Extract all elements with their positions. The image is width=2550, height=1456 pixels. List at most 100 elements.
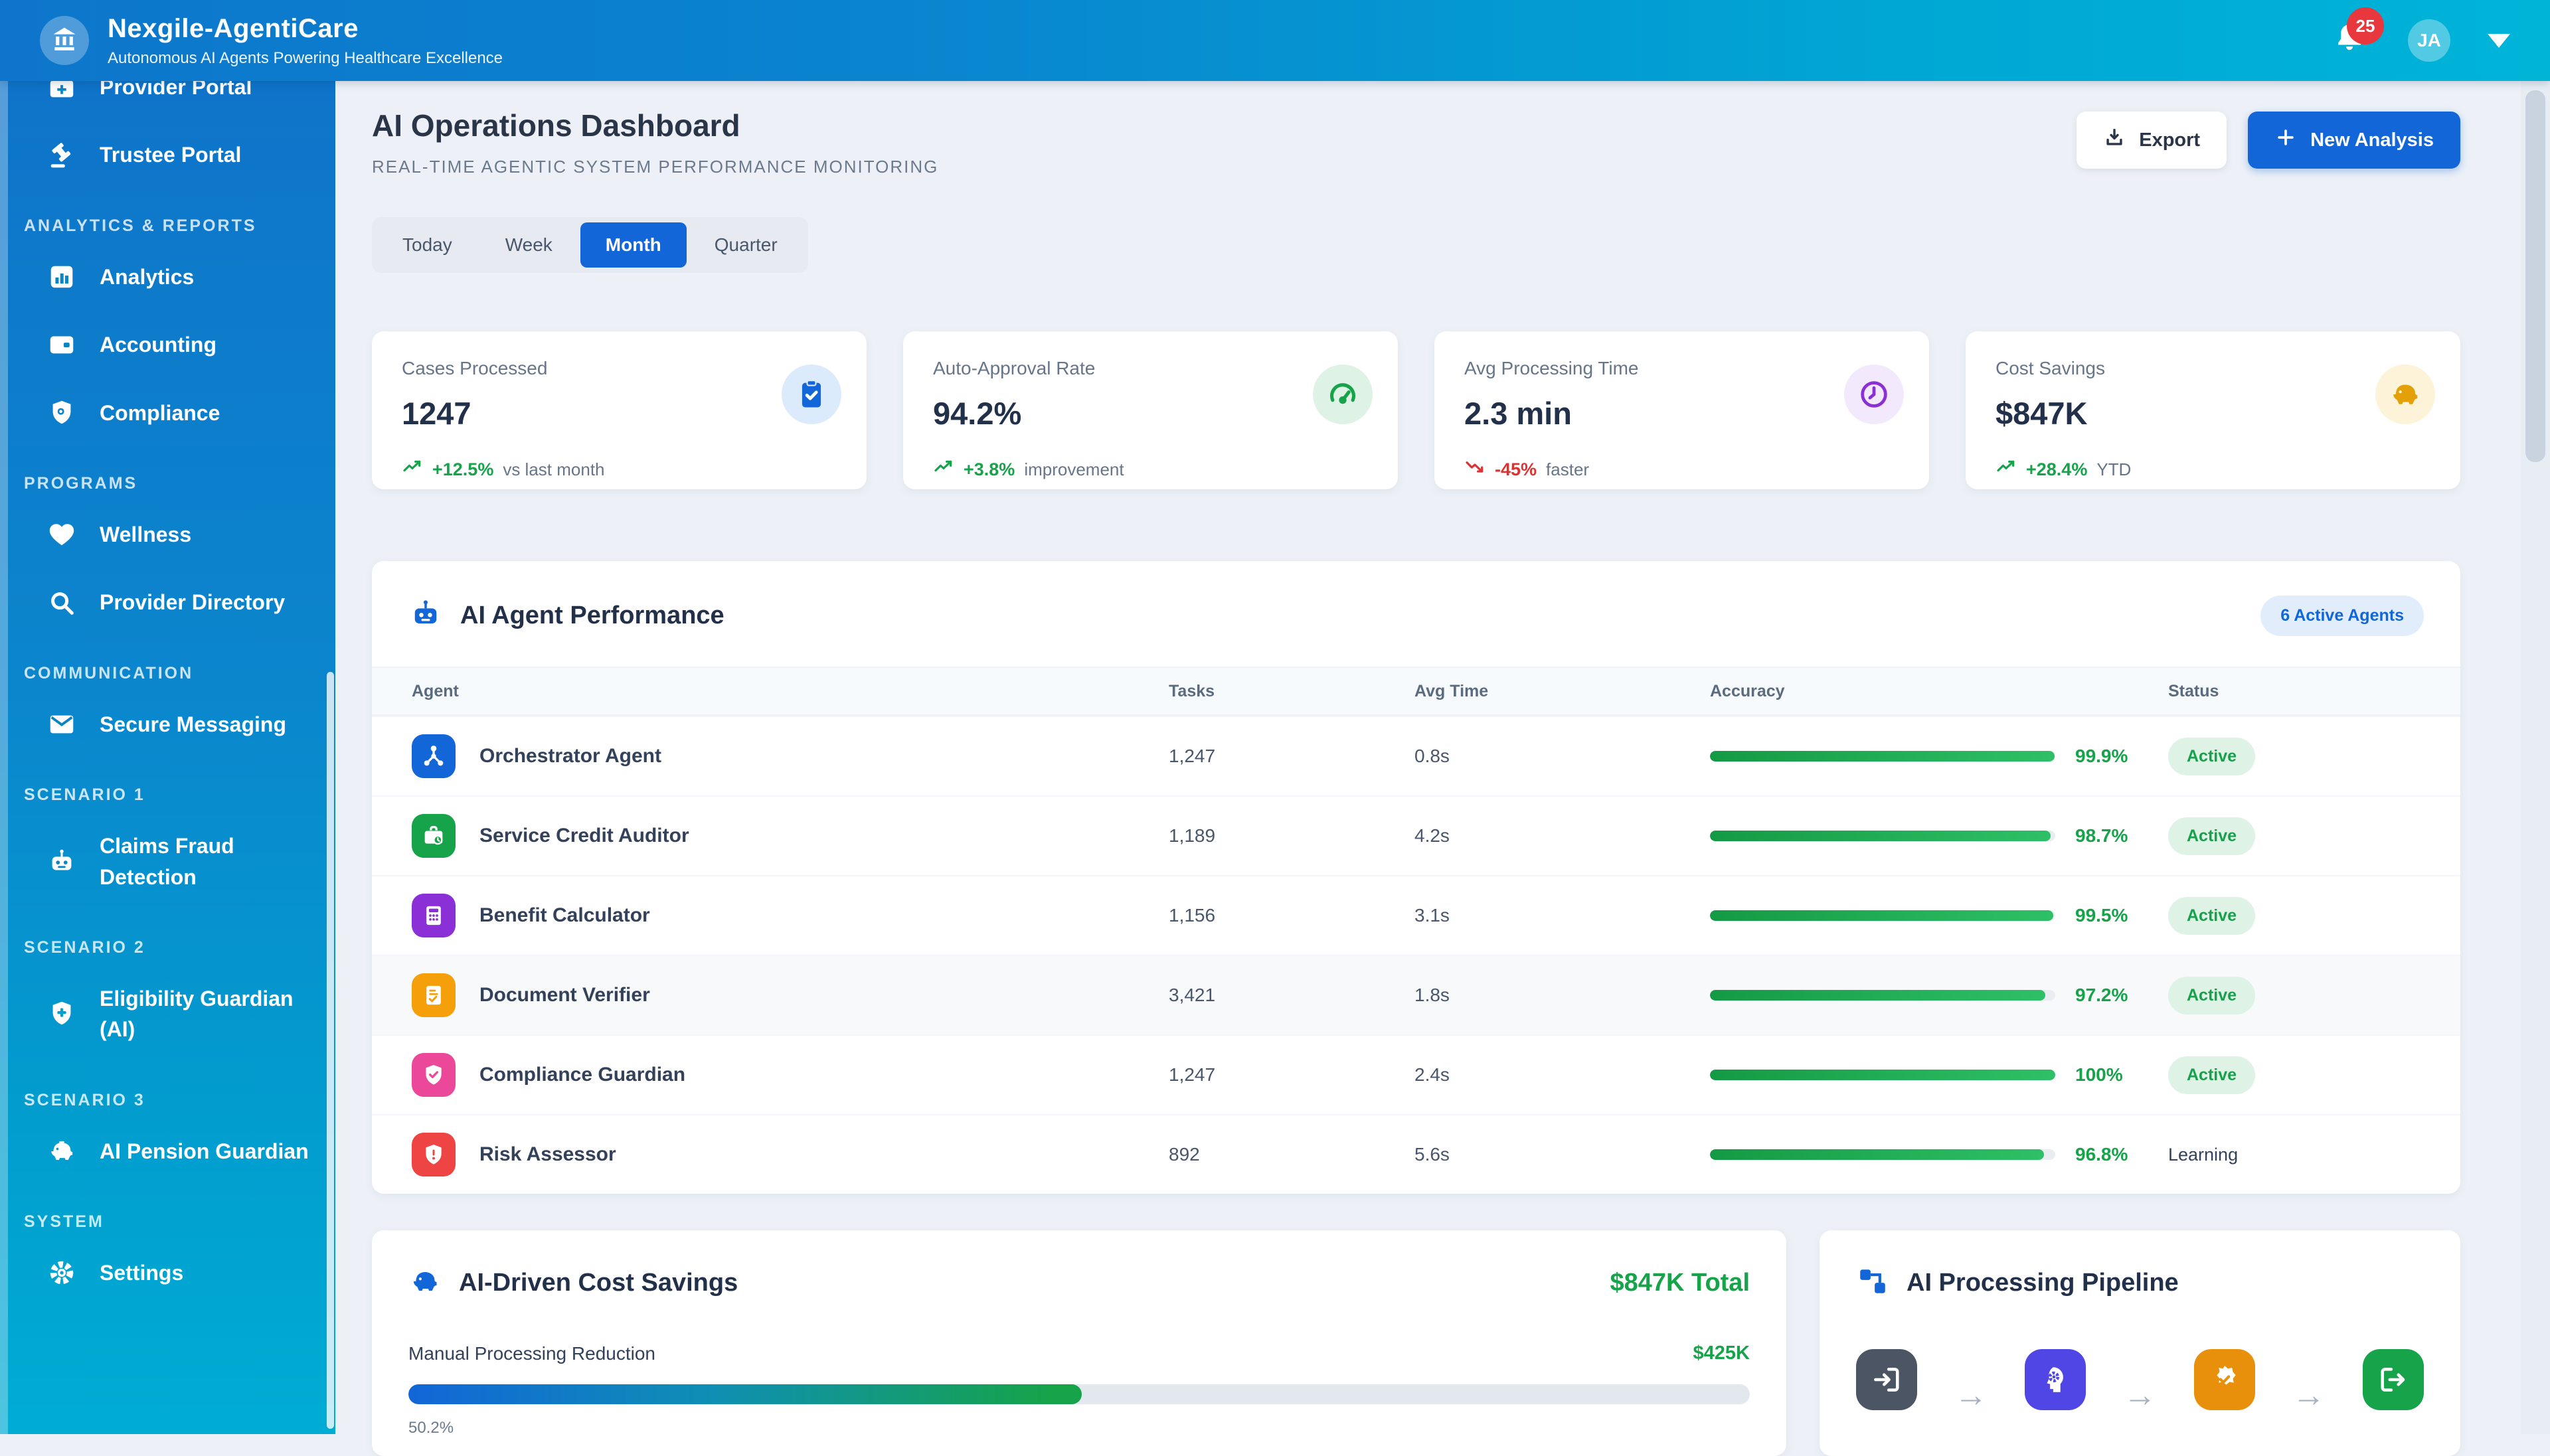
section-title: AI Processing Pipeline <box>1907 1269 2179 1297</box>
stat-value: 1247 <box>402 395 837 432</box>
stat-note: vs last month <box>503 459 604 480</box>
stat-value: 2.3 min <box>1464 395 1899 432</box>
sidebar-section-scenario-1: SCENARIO 1 <box>24 785 315 805</box>
agent-name: Orchestrator Agent <box>479 745 661 768</box>
pipeline-panel: AI Processing Pipeline → → → <box>1820 1230 2460 1456</box>
status-badge: Active <box>2168 817 2255 855</box>
tab-month[interactable]: Month <box>580 222 687 268</box>
status-badge: Active <box>2168 897 2255 935</box>
sidebar-item-trustee-portal[interactable]: Trustee Portal <box>0 130 315 179</box>
accuracy-value: 99.5% <box>2075 905 2128 926</box>
sidebar-item-label: Accounting <box>100 329 216 360</box>
sidebar-item-provider-portal[interactable]: Provider Portal <box>0 81 315 112</box>
stat-card-cases-processed: Cases Processed 1247 +12.5% vs last mont… <box>372 331 867 489</box>
tab-quarter[interactable]: Quarter <box>689 222 803 268</box>
export-button[interactable]: Export <box>2077 112 2227 169</box>
col-tasks: Tasks <box>1169 682 1414 701</box>
accuracy-bar <box>1710 1070 2055 1080</box>
sidebar-item-provider-directory[interactable]: Provider Directory <box>0 578 315 627</box>
stat-label: Cost Savings <box>1996 358 2430 379</box>
export-button-label: Export <box>2139 129 2200 151</box>
accuracy-bar <box>1710 1149 2055 1160</box>
bank-icon <box>50 25 79 57</box>
sidebar-item-claims-fraud-detection[interactable]: Claims Fraud Detection <box>0 821 315 902</box>
document-check-icon <box>412 973 456 1017</box>
sidebar-section-programs: PROGRAMS <box>24 474 315 493</box>
table-row: Benefit Calculator 1,156 3.1s 99.5% Acti… <box>372 875 2460 955</box>
section-title: AI-Driven Cost Savings <box>459 1269 738 1297</box>
avg-time-value: 0.8s <box>1414 746 1710 767</box>
piggy-bank-icon <box>46 1136 77 1167</box>
tasks-value: 3,421 <box>1169 985 1414 1006</box>
sidebar-item-label: Trustee Portal <box>100 139 241 170</box>
agent-name: Compliance Guardian <box>479 1064 685 1086</box>
sidebar-section-system: SYSTEM <box>24 1212 315 1232</box>
tasks-value: 1,247 <box>1169 1064 1414 1086</box>
page-subtitle: REAL-TIME AGENTIC SYSTEM PERFORMANCE MON… <box>372 157 938 177</box>
stat-label: Avg Processing Time <box>1464 358 1899 379</box>
sidebar-item-label: Compliance <box>100 398 220 428</box>
new-analysis-button[interactable]: New Analysis <box>2248 112 2460 169</box>
notifications-button[interactable]: 25 <box>2328 19 2371 62</box>
stat-trend: -45% <box>1495 459 1537 480</box>
cost-savings-panel: AI-Driven Cost Savings $847K Total Manua… <box>372 1230 1786 1456</box>
gear-icon <box>46 1257 77 1288</box>
stat-trend: +28.4% <box>2026 459 2087 480</box>
mail-icon <box>46 709 77 740</box>
sidebar-item-label: Secure Messaging <box>100 709 286 740</box>
sidebar-item-ai-pension-guardian[interactable]: AI Pension Guardian <box>0 1127 315 1176</box>
box-arrow-in-icon <box>1856 1349 1917 1410</box>
status-badge: Active <box>2168 977 2255 1014</box>
tab-week[interactable]: Week <box>480 222 578 268</box>
active-agents-badge: 6 Active Agents <box>2260 596 2424 636</box>
stat-card-auto-approval-rate: Auto-Approval Rate 94.2% +3.8% improveme… <box>903 331 1398 489</box>
table-row: Risk Assessor 892 5.6s 96.8% Learning <box>372 1114 2460 1194</box>
page-scrollbar-thumb[interactable] <box>2525 90 2545 462</box>
plus-icon <box>2274 126 2297 154</box>
avg-time-value: 5.6s <box>1414 1144 1710 1165</box>
savings-item-label: Manual Processing Reduction <box>408 1343 655 1364</box>
accuracy-bar <box>1710 910 2055 921</box>
trending-up-icon <box>933 457 954 483</box>
app-header: Nexgile-AgentiCare Autonomous AI Agents … <box>0 0 2550 81</box>
avatar[interactable]: JA <box>2408 19 2450 62</box>
bar-chart-icon <box>46 262 77 292</box>
brand-tagline: Autonomous AI Agents Powering Healthcare… <box>108 49 503 68</box>
section-title: AI Agent Performance <box>460 602 724 630</box>
chevron-down-icon[interactable] <box>2488 34 2510 48</box>
sidebar-item-label: AI Pension Guardian <box>100 1136 309 1167</box>
agent-name: Benefit Calculator <box>479 904 650 927</box>
tasks-value: 1,189 <box>1169 825 1414 847</box>
robot-icon <box>408 597 443 635</box>
sidebar-left-strip <box>0 81 8 1434</box>
sidebar-item-compliance[interactable]: Compliance <box>0 388 315 438</box>
shield-plus-icon <box>46 999 77 1029</box>
trending-down-icon <box>1464 457 1486 483</box>
accuracy-value: 100% <box>2075 1064 2123 1086</box>
accuracy-value: 97.2% <box>2075 985 2128 1006</box>
sidebar-item-settings[interactable]: Settings <box>0 1248 315 1297</box>
stat-card-cost-savings: Cost Savings $847K +28.4% YTD <box>1966 331 2460 489</box>
sidebar-item-analytics[interactable]: Analytics <box>0 252 315 301</box>
tasks-value: 1,247 <box>1169 746 1414 767</box>
trending-up-icon <box>1996 457 2017 483</box>
sidebar-item-secure-messaging[interactable]: Secure Messaging <box>0 700 315 749</box>
shield-alert-icon <box>412 1133 456 1176</box>
tasks-value: 892 <box>1169 1144 1414 1165</box>
clock-icon <box>1844 364 1904 424</box>
sidebar-scrollbar[interactable] <box>327 672 334 1429</box>
sidebar-item-accounting[interactable]: Accounting <box>0 320 315 369</box>
stat-value: $847K <box>1996 395 2430 432</box>
stat-note: faster <box>1546 459 1589 480</box>
tab-today[interactable]: Today <box>377 222 477 268</box>
arrow-right-icon: → <box>2292 1376 2326 1414</box>
sidebar-item-label: Wellness <box>100 519 191 550</box>
sidebar-item-eligibility-guardian[interactable]: Eligibility Guardian (AI) <box>0 974 315 1054</box>
wallet-icon <box>46 329 77 360</box>
stat-trend: +3.8% <box>964 459 1015 480</box>
page-scrollbar[interactable] <box>2521 81 2550 1434</box>
sidebar-item-wellness[interactable]: Wellness <box>0 510 315 559</box>
search-icon <box>46 588 77 618</box>
badge-check-icon <box>2194 1349 2255 1410</box>
table-row: Compliance Guardian 1,247 2.4s 100% Acti… <box>372 1034 2460 1114</box>
